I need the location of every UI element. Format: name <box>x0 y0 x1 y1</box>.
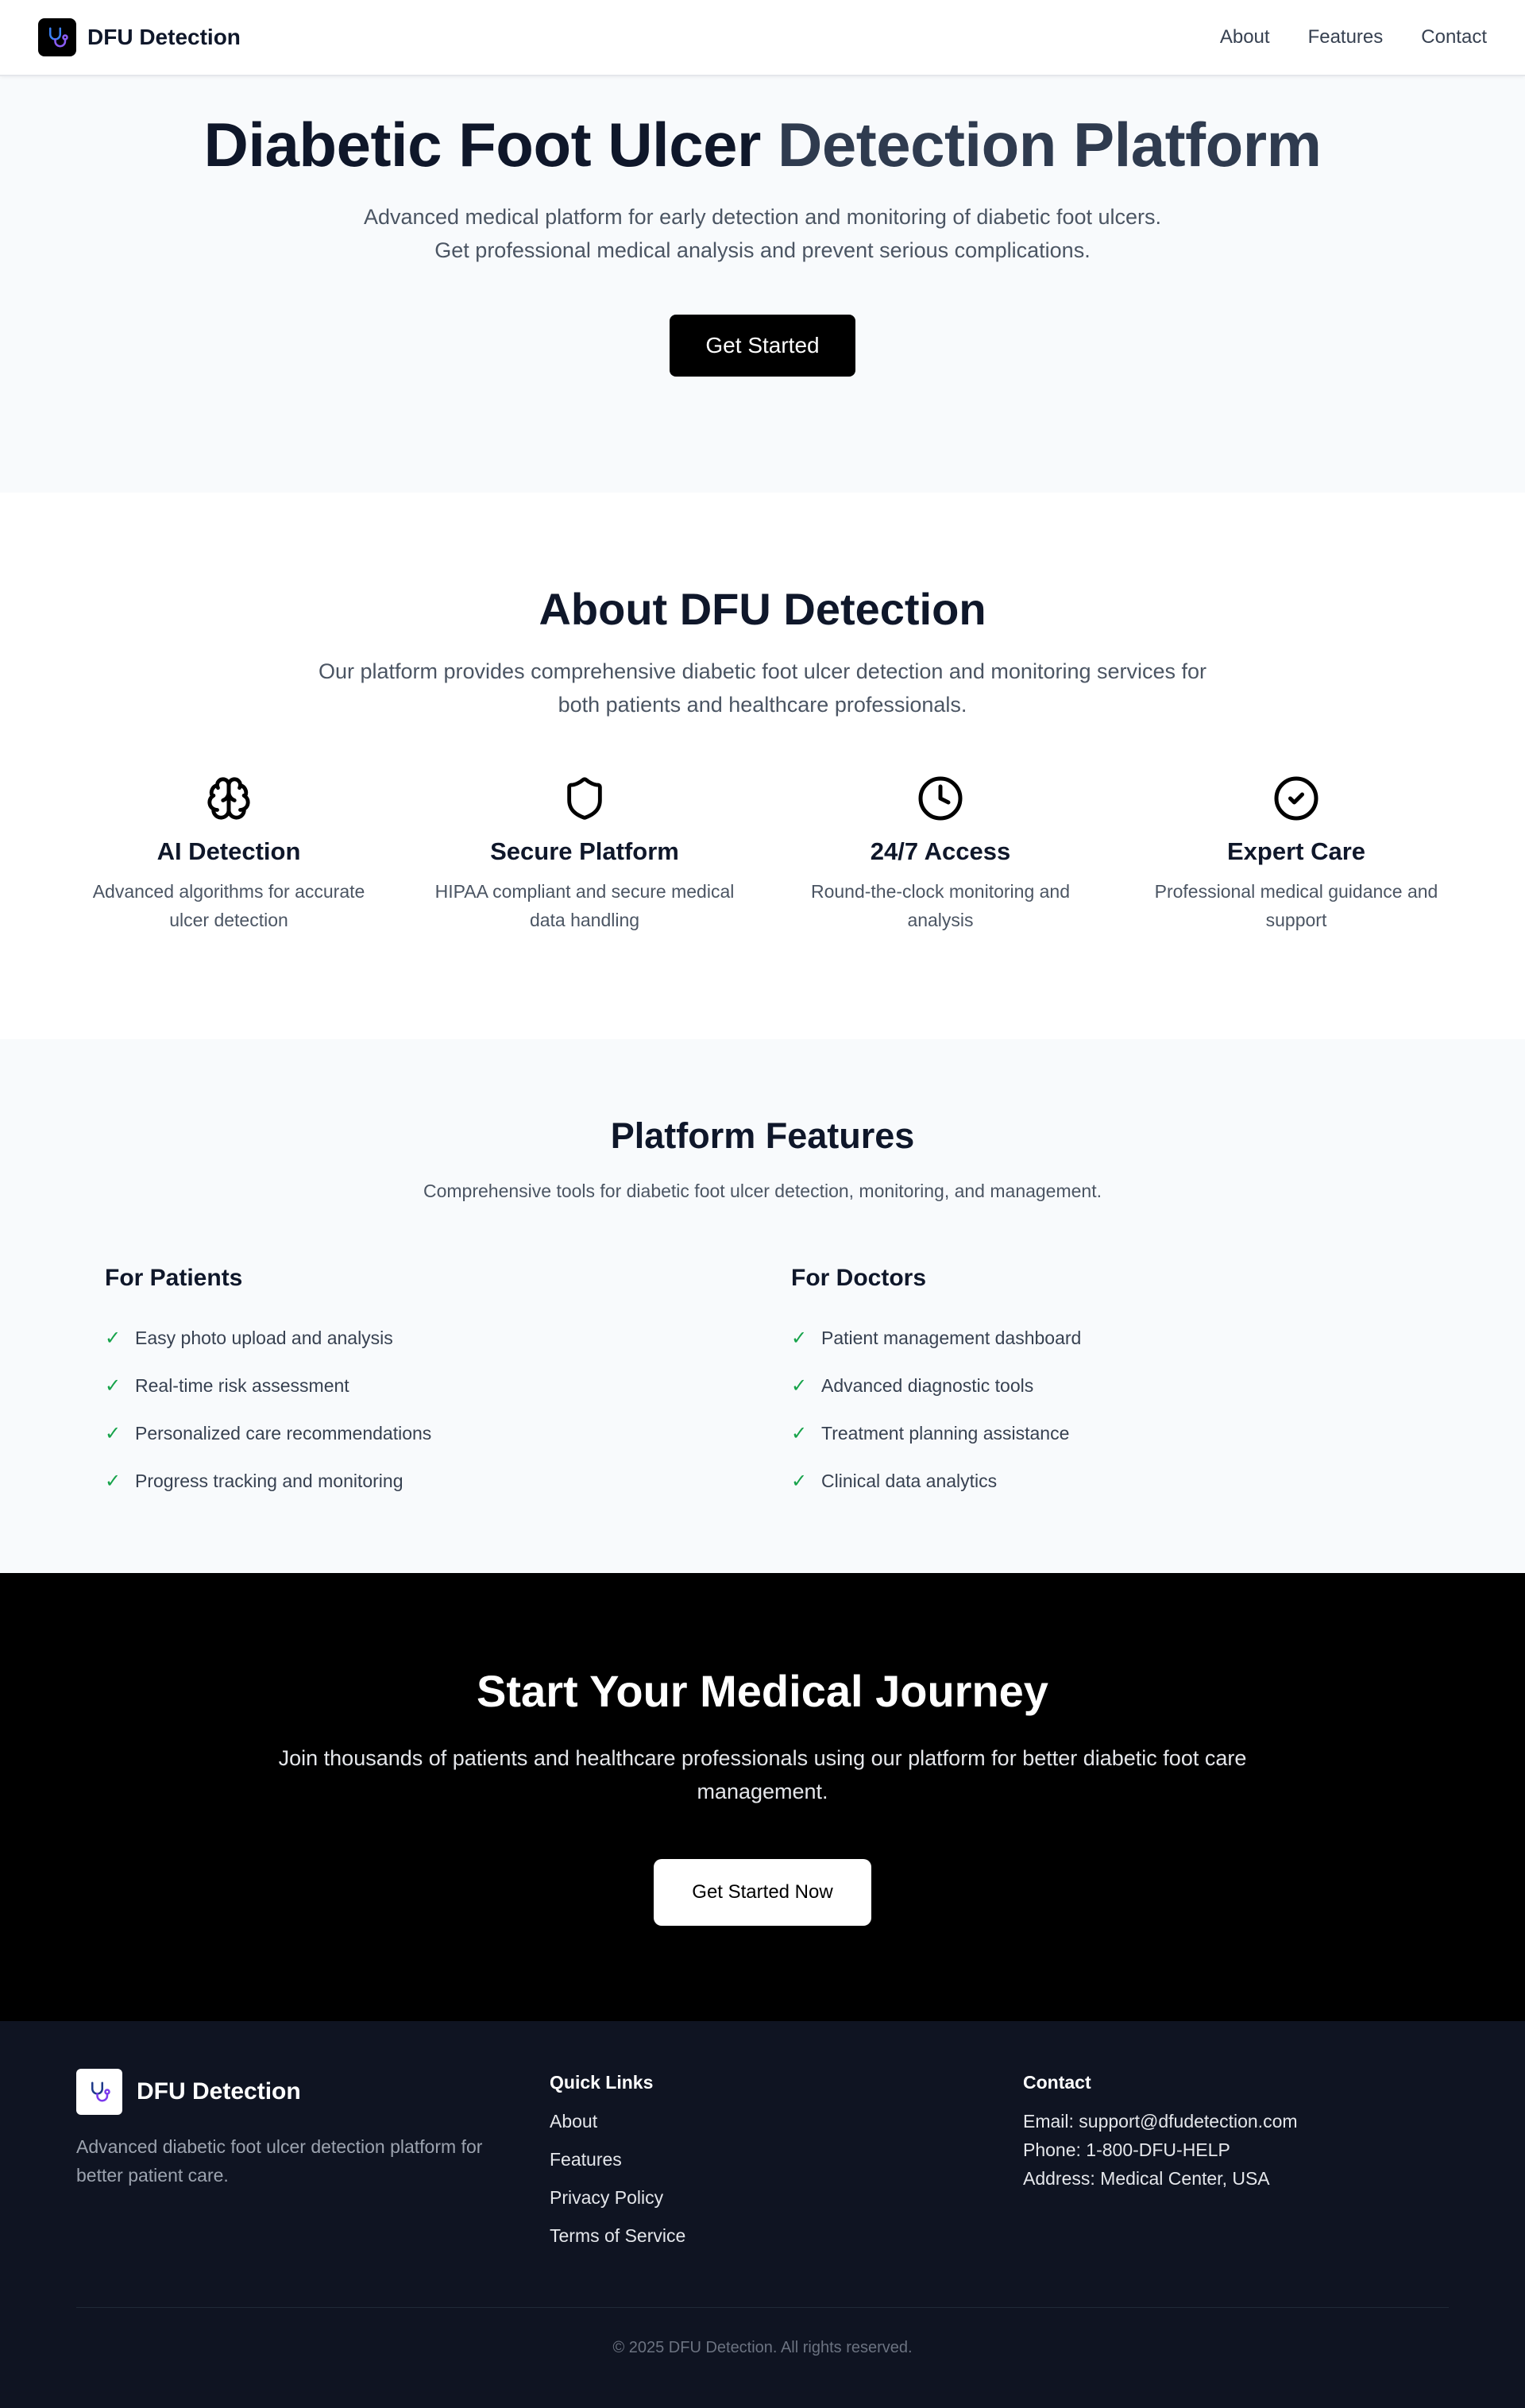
nav-link-contact[interactable]: Contact <box>1421 26 1487 48</box>
list-item: ✓ Patient management dashboard <box>791 1314 1427 1362</box>
get-started-now-button[interactable]: Get Started Now <box>654 1859 871 1926</box>
check-circle-icon <box>1118 772 1474 825</box>
list-item-text: Progress tracking and monitoring <box>135 1470 403 1491</box>
card-text: HIPAA compliant and secure medical data … <box>434 881 735 930</box>
hero-title: Diabetic Foot Ulcer Detection Platform <box>0 110 1525 180</box>
footer-brand-row: DFU Detection <box>76 2069 521 2115</box>
about-section: About DFU Detection Our platform provide… <box>0 493 1525 1039</box>
checkmark-icon: ✓ <box>791 1470 808 1492</box>
contact-phone: Phone: 1-800-DFU-HELP <box>1023 2139 1230 2160</box>
card-title: Secure Platform <box>490 837 679 865</box>
nav-link-features[interactable]: Features <box>1308 26 1384 48</box>
nav-link-about[interactable]: About <box>1220 26 1270 48</box>
card-text: Round-the-clock monitoring and analysis <box>810 881 1070 930</box>
clock-icon <box>762 772 1118 825</box>
list-item: ✓ Personalized care recommendations <box>105 1409 740 1457</box>
top-navbar: DFU Detection About Features Contact <box>0 0 1525 76</box>
footer-link-terms-of-service[interactable]: Terms of Service <box>550 2225 685 2263</box>
checkmark-icon: ✓ <box>105 1422 122 1444</box>
footer-link-about[interactable]: About <box>550 2111 685 2149</box>
feature-card-expert-care: Expert Care Professional medical guidanc… <box>1118 772 1474 934</box>
contact-column: Contact Email: support@dfudetection.com … <box>1023 2072 1298 2197</box>
about-cards: AI Detection Advanced algorithms for acc… <box>51 772 1474 934</box>
checkmark-icon: ✓ <box>105 1470 122 1492</box>
hero-section: Diabetic Foot Ulcer Detection Platform A… <box>0 76 1525 493</box>
card-title: Expert Care <box>1226 837 1366 865</box>
checkmark-icon: ✓ <box>791 1422 808 1444</box>
footer-brand: DFU Detection Advanced diabetic foot ulc… <box>76 2069 521 2190</box>
checkmark-icon: ✓ <box>105 1374 122 1397</box>
quick-links-title: Quick Links <box>550 2072 654 2093</box>
for-patients-column: For Patients ✓ Easy photo upload and anal… <box>105 1265 740 1505</box>
footer-link-features[interactable]: Features <box>550 2149 685 2187</box>
hero-subtitle-line-1: Advanced medical platform for early dete… <box>363 205 1162 229</box>
for-doctors-column: For Doctors ✓ Patient management dashboar… <box>791 1265 1427 1505</box>
contact-email: Email: support@dfudetection.com <box>1023 2111 1298 2132</box>
list-item-text: Patient management dashboard <box>821 1327 1082 1348</box>
list-item: ✓ Progress tracking and monitoring <box>105 1457 740 1505</box>
stethoscope-logo-icon <box>76 2069 122 2115</box>
nav-links: About Features Contact <box>1220 26 1487 48</box>
list-item: ✓ Treatment planning assistance <box>791 1409 1427 1457</box>
cta-title: Start Your Medical Journey <box>477 1666 1048 1716</box>
for-patients-title: For Patients <box>105 1265 243 1291</box>
footer-brand-name: DFU Detection <box>137 2078 301 2105</box>
footer-divider <box>76 2307 1449 2308</box>
brain-icon <box>51 772 407 825</box>
about-title: About DFU Detection <box>539 584 986 634</box>
quick-links-column: Quick Links About Features Privacy Polic… <box>550 2072 685 2263</box>
brand[interactable]: DFU Detection <box>38 18 241 56</box>
checkmark-icon: ✓ <box>105 1327 122 1349</box>
features-title: Platform Features <box>610 1115 915 1156</box>
stethoscope-logo-icon <box>38 18 76 56</box>
list-item: ✓ Advanced diagnostic tools <box>791 1362 1427 1409</box>
hero-title-main: Diabetic Foot Ulcer <box>203 110 778 180</box>
features-description: Comprehensive tools for diabetic foot ul… <box>423 1181 1102 1201</box>
list-item: ✓ Easy photo upload and analysis <box>105 1314 740 1362</box>
card-text: Professional medical guidance and suppor… <box>1154 881 1438 930</box>
list-item-text: Real-time risk assessment <box>135 1374 349 1396</box>
card-title: 24/7 Access <box>870 837 1011 865</box>
list-item-text: Easy photo upload and analysis <box>135 1327 393 1348</box>
shield-icon <box>407 772 762 825</box>
copyright: © 2025 DFU Detection. All rights reserve… <box>612 2339 913 2356</box>
feature-card-secure-platform: Secure Platform HIPAA compliant and secu… <box>407 772 762 934</box>
feature-card-24-7-access: 24/7 Access Round-the-clock monitoring a… <box>762 772 1118 934</box>
list-item-text: Clinical data analytics <box>821 1470 998 1491</box>
cta-section: Start Your Medical Journey Join thousand… <box>0 1573 1525 2021</box>
patient-features-list: ✓ Easy photo upload and analysis ✓ Real-ti… <box>105 1314 740 1505</box>
about-description: Our platform provides comprehensive diab… <box>318 659 1207 717</box>
list-item-text: Advanced diagnostic tools <box>821 1374 1034 1396</box>
footer-tagline: Advanced diabetic foot ulcer detection p… <box>76 2136 483 2186</box>
footer: DFU Detection Advanced diabetic foot ulc… <box>0 2021 1525 2408</box>
checkmark-icon: ✓ <box>791 1327 808 1349</box>
list-item: ✓ Real-time risk assessment <box>105 1362 740 1409</box>
hero-subtitle: Advanced medical platform for early dete… <box>286 200 1239 267</box>
feature-card-ai-detection: AI Detection Advanced algorithms for acc… <box>51 772 407 934</box>
contact-address: Address: Medical Center, USA <box>1023 2168 1270 2189</box>
checkmark-icon: ✓ <box>791 1374 808 1397</box>
footer-link-privacy-policy[interactable]: Privacy Policy <box>550 2187 685 2225</box>
hero-subtitle-line-2: Get professional medical analysis and pr… <box>434 238 1091 262</box>
list-item-text: Treatment planning assistance <box>821 1422 1070 1444</box>
brand-name: DFU Detection <box>87 25 241 49</box>
card-title: AI Detection <box>156 837 301 865</box>
contact-title: Contact <box>1023 2072 1091 2093</box>
doctor-features-list: ✓ Patient management dashboard ✓ Advanced … <box>791 1314 1427 1505</box>
cta-description: Join thousands of patients and healthcar… <box>278 1746 1247 1803</box>
card-text: Advanced algorithms for accurate ulcer d… <box>92 881 365 930</box>
get-started-button[interactable]: Get Started <box>670 315 855 377</box>
features-section: Platform Features Comprehensive tools fo… <box>0 1039 1525 1573</box>
hero-title-accent: Detection Platform <box>778 110 1322 180</box>
list-item-text: Personalized care recommendations <box>135 1422 432 1444</box>
for-doctors-title: For Doctors <box>791 1265 927 1291</box>
list-item: ✓ Clinical data analytics <box>791 1457 1427 1505</box>
